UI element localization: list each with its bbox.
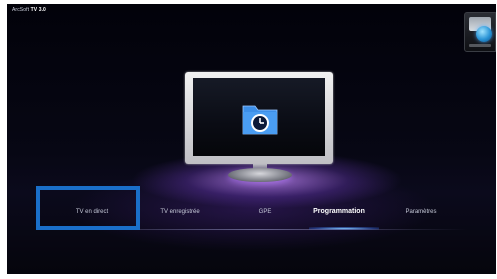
app-title: ArcSoft TV 3.0 — [12, 7, 46, 13]
menu-item-programmation[interactable]: Programmation — [313, 208, 365, 215]
menu-item-tv-enregistree[interactable]: TV enregistrée — [160, 209, 199, 215]
tv-stand — [228, 168, 292, 182]
media-center-gadget-icon[interactable] — [464, 12, 496, 52]
menu-item-gpe[interactable]: GPE — [259, 209, 272, 215]
folder-clock-icon — [242, 105, 278, 135]
menu-item-parametres[interactable]: Paramètres — [405, 209, 436, 215]
gadget-orb-icon — [476, 26, 492, 42]
tv-illustration — [185, 72, 333, 164]
selection-highlight — [36, 186, 140, 230]
gadget-bar — [469, 44, 491, 47]
tv-screen — [193, 78, 325, 156]
app-window: ArcSoft TV 3.0 TV en direct TV enregistr… — [7, 4, 496, 274]
